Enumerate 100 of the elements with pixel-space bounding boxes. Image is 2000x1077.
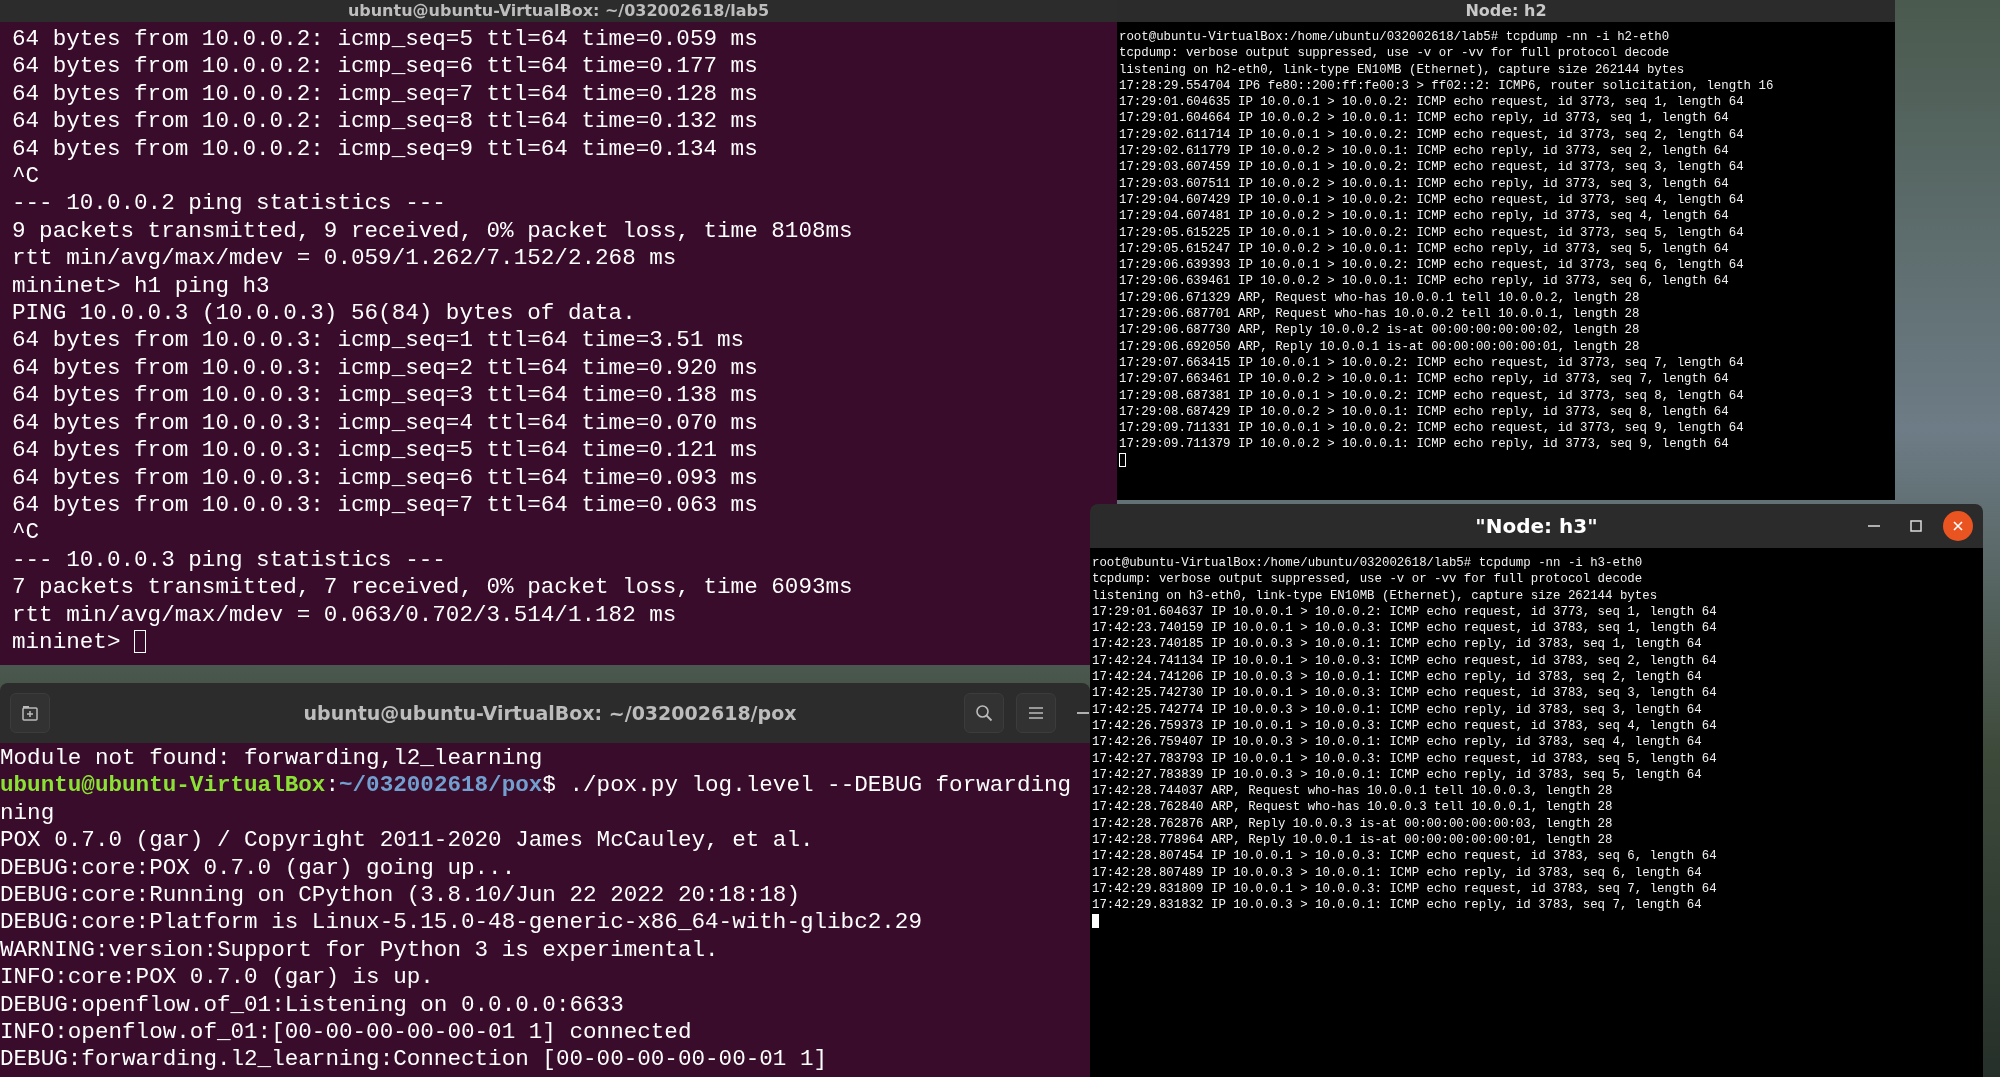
terminal-line: 17:42:28.762840 ARP, Request who-has 10.0.0.3 tell 10.0.0.1, length 28 [1092, 799, 1613, 816]
new-tab-icon [21, 704, 39, 722]
terminal-line: mininet> h1 ping h3 [12, 272, 270, 301]
terminal-line: 17:29:06.639461 IP 10.0.0.2 > 10.0.0.1: ICMP echo reply, id 3773, seq 6, length 64 [1119, 273, 1729, 290]
terminal-line: 64 bytes from 10.0.0.3: icmp_seq=5 ttl=64 time=0.121 ms [12, 437, 758, 465]
terminal-line: tcpdump: verbose output suppressed, use -v or -vv for full protocol decode [1092, 571, 1643, 588]
terminal-text: : [325, 772, 339, 799]
terminal-line: 17:29:05.615225 IP 10.0.0.1 > 10.0.0.2: ICMP echo request, id 3773, seq 5, length 64 [1119, 224, 1744, 241]
terminal-line: 17:42:26.759373 IP 10.0.0.1 > 10.0.0.3: ICMP echo request, id 3783, seq 4, length 64 [1092, 717, 1717, 735]
terminal-line: INFO:openflow.of_01:[00-00-00-00-00-01 1] connected [0, 1019, 692, 1047]
terminal-line: listening on h3-eth0, link-type EN10MB (Ethernet), capture size 262144 bytes [1092, 587, 1658, 604]
terminal-line: 17:29:03.607511 IP 10.0.0.2 > 10.0.0.1: ICMP echo reply, id 3773, seq 3, length 64 [1119, 175, 1729, 192]
terminal-line: listening on h2-eth0, link-type EN10MB (Ethernet), capture size 262144 bytes [1119, 61, 1685, 78]
terminal-line: 64 bytes from 10.0.0.3: icmp_seq=2 ttl=64 time=0.920 ms [12, 354, 758, 383]
terminal-line: 64 bytes from 10.0.0.3: icmp_seq=4 ttl=64 time=0.070 ms [12, 409, 758, 438]
terminal-line: --- 10.0.0.2 ping statistics --- [12, 190, 446, 218]
window-title: ubuntu@ubuntu-VirtualBox: ~/032002618/pox [303, 702, 797, 724]
terminal-line: 17:29:08.687429 IP 10.0.0.2 > 10.0.0.1: ICMP echo reply, id 3773, seq 8, length 64 [1119, 403, 1729, 421]
terminal-line: 7 packets transmitted, 7 received, 0% packet loss, time 6093ms [12, 574, 853, 602]
terminal-line: 64 bytes from 10.0.0.3: icmp_seq=6 ttl=64 time=0.093 ms [12, 464, 758, 492]
terminal-line: root@ubuntu-VirtualBox:/home/ubuntu/032002618/lab5# tcpdump -nn -i h3-eth0 [1092, 555, 1643, 572]
terminal-line: 17:29:05.615247 IP 10.0.0.2 > 10.0.0.1: ICMP echo reply, id 3773, seq 5, length 64 [1119, 240, 1729, 258]
terminal-line: 17:42:28.762876 ARP, Reply 10.0.0.3 is-at 00:00:00:00:00:03, length 28 [1092, 815, 1613, 833]
terminal-line: 9 packets transmitted, 9 received, 0% packet loss, time 8108ms [12, 217, 853, 246]
terminal-line: DEBUG:core:Platform is Linux-5.15.0-48-generic-x86_64-with-glibc2.29 [0, 909, 922, 937]
terminal-line: rtt min/avg/max/mdev = 0.063/0.702/3.514/1.182 ms [12, 601, 677, 629]
terminal-line: ning [0, 799, 55, 828]
terminal-line: 64 bytes from 10.0.0.2: icmp_seq=7 ttl=64 time=0.128 ms [12, 80, 758, 109]
terminal-line: --- 10.0.0.3 ping statistics --- [12, 546, 446, 575]
terminal-line: 17:42:25.742730 IP 10.0.0.1 > 10.0.0.3: ICMP echo request, id 3783, seq 3, length 64 [1092, 685, 1717, 702]
terminal-line: 17:29:01.604637 IP 10.0.0.1 > 10.0.0.2: ICMP echo request, id 3773, seq 1, length 64 [1092, 603, 1717, 621]
terminal-line: 17:42:23.740185 IP 10.0.0.3 > 10.0.0.1: ICMP echo reply, id 3783, seq 1, length 64 [1092, 636, 1702, 653]
terminal-line: 17:42:27.783793 IP 10.0.0.1 > 10.0.0.3: ICMP echo request, id 3783, seq 5, length 64 [1092, 750, 1717, 767]
prompt-user-host: ubuntu@ubuntu-VirtualBox [0, 772, 326, 799]
terminal-line: 17:42:29.831832 IP 10.0.0.3 > 10.0.0.1: ICMP echo reply, id 3783, seq 7, length 64 [1092, 897, 1702, 914]
terminal-line: DEBUG:core:Running on CPython (3.8.10/Jun 22 2022 20:18:18) [0, 882, 800, 910]
terminal-line: ^C [12, 163, 40, 191]
terminal-line: 17:42:29.831809 IP 10.0.0.1 > 10.0.0.3: ICMP echo request, id 3783, seq 7, length 64 [1092, 880, 1717, 898]
terminal-line: 64 bytes from 10.0.0.3: icmp_seq=3 ttl=64 time=0.138 ms [12, 382, 758, 410]
terminal-line: ^C [12, 519, 40, 547]
terminal-line: 17:42:26.759407 IP 10.0.0.3 > 10.0.0.1: ICMP echo reply, id 3783, seq 4, length 64 [1092, 734, 1702, 751]
terminal-line: INFO:core:POX 0.7.0 (gar) is up. [0, 964, 434, 992]
terminal-line: 17:42:23.740159 IP 10.0.0.1 > 10.0.0.3: ICMP echo request, id 3783, seq 1, length 64 [1092, 620, 1717, 637]
terminal-line: WARNING:version:Support for Python 3 is experimental. [0, 936, 719, 965]
terminal-line: 17:29:03.607459 IP 10.0.0.1 > 10.0.0.2: ICMP echo request, id 3773, seq 3, length 64 [1119, 159, 1744, 176]
terminal-line: 17:29:06.687730 ARP, Reply 10.0.0.2 is-at 00:00:00:00:00:02, length 28 [1119, 322, 1640, 339]
terminal-line: 64 bytes from 10.0.0.2: icmp_seq=9 ttl=64 time=0.134 ms [12, 135, 758, 164]
minimize-icon [1077, 712, 1089, 714]
terminal-line: 64 bytes from 10.0.0.2: icmp_seq=8 ttl=64 time=0.132 ms [12, 108, 758, 136]
terminal-line: 17:29:02.611779 IP 10.0.0.2 > 10.0.0.1: ICMP echo reply, id 3773, seq 2, length 64 [1119, 143, 1729, 160]
new-tab-button[interactable] [10, 693, 50, 733]
terminal-line: 17:29:07.663415 IP 10.0.0.1 > 10.0.0.2: ICMP echo request, id 3773, seq 7, length 64 [1119, 354, 1744, 372]
terminal-line: 17:29:09.711331 IP 10.0.0.1 > 10.0.0.2: ICMP echo request, id 3773, seq 9, length 64 [1119, 420, 1744, 437]
search-button[interactable] [964, 693, 1004, 733]
terminal-line: 17:42:27.783839 IP 10.0.0.3 > 10.0.0.1: ICMP echo reply, id 3783, seq 5, length 64 [1092, 766, 1702, 784]
terminal-line: 17:29:06.639393 IP 10.0.0.1 > 10.0.0.2: ICMP echo request, id 3773, seq 6, length 64 [1119, 257, 1744, 274]
terminal-line: rtt min/avg/max/mdev = 0.059/1.262/7.152/2.268 ms [12, 245, 677, 273]
terminal-line: DEBUG:forwarding.l2_learning:Connection [00-00-00-00-00-01 1] [0, 1046, 828, 1074]
text-cursor [1092, 914, 1099, 929]
close-icon [1951, 519, 1965, 533]
terminal-line: DEBUG:core:POX 0.7.0 (gar) going up... [0, 854, 516, 883]
terminal-line: 17:29:04.607429 IP 10.0.0.1 > 10.0.0.2: ICMP echo request, id 3773, seq 4, length 64 [1119, 191, 1744, 209]
terminal-line: 64 bytes from 10.0.0.3: icmp_seq=7 ttl=64 time=0.063 ms [12, 491, 758, 520]
maximize-icon [1909, 519, 1923, 533]
terminal-line: 17:29:01.604635 IP 10.0.0.1 > 10.0.0.2: ICMP echo request, id 3773, seq 1, length 64 [1119, 94, 1744, 111]
text-cursor [1119, 453, 1126, 468]
terminal-line: 17:42:24.741206 IP 10.0.0.3 > 10.0.0.1: ICMP echo reply, id 3783, seq 2, length 64 [1092, 669, 1702, 686]
terminal-line: 17:29:07.663461 IP 10.0.0.2 > 10.0.0.1: ICMP echo reply, id 3773, seq 7, length 64 [1119, 371, 1729, 388]
terminal-line: 64 bytes from 10.0.0.2: icmp_seq=6 ttl=64 time=0.177 ms [12, 53, 758, 81]
terminal-line: 17:42:25.742774 IP 10.0.0.3 > 10.0.0.1: ICMP echo reply, id 3783, seq 3, length 64 [1092, 701, 1702, 718]
menu-icon [1027, 704, 1045, 722]
terminal-line: DEBUG:openflow.of_01:Listening on 0.0.0.0:6633 [0, 991, 624, 1020]
text-cursor [134, 630, 147, 654]
terminal-line: 17:29:08.687381 IP 10.0.0.1 > 10.0.0.2: ICMP echo request, id 3773, seq 8, length 64 [1119, 387, 1744, 404]
search-icon [975, 704, 993, 722]
terminal-line: Module not found: forwarding,l2_learning [0, 745, 543, 773]
terminal-line: 17:29:06.687701 ARP, Request who-has 10.0.0.2 tell 10.0.0.1, length 28 [1119, 306, 1640, 323]
terminal-line: 17:29:04.607481 IP 10.0.0.2 > 10.0.0.1: ICMP echo reply, id 3773, seq 4, length 64 [1119, 208, 1729, 225]
terminal-line: 17:29:02.611714 IP 10.0.0.1 > 10.0.0.2: ICMP echo request, id 3773, seq 2, length 64 [1119, 126, 1744, 144]
terminal-line: 17:29:06.671329 ARP, Request who-has 10.0.0.1 tell 10.0.0.2, length 28 [1119, 289, 1640, 307]
close-button[interactable] [1943, 511, 1973, 541]
terminal-line: 64 bytes from 10.0.0.3: icmp_seq=1 ttl=64 time=3.51 ms [12, 327, 745, 355]
prompt-path: ~/032002618/pox [338, 772, 543, 799]
menu-button[interactable] [1016, 693, 1056, 733]
window-title: "Node: h3" [1475, 514, 1598, 538]
terminal-line: 17:42:28.807489 IP 10.0.0.3 > 10.0.0.1: ICMP echo reply, id 3783, seq 6, length 64 [1092, 864, 1702, 881]
terminal-line: 17:29:01.604664 IP 10.0.0.2 > 10.0.0.1: ICMP echo reply, id 3773, seq 1, length 64 [1119, 110, 1729, 127]
terminal-line: 17:29:06.692050 ARP, Reply 10.0.0.1 is-at 00:00:00:00:00:01, length 28 [1119, 338, 1640, 355]
terminal-line: tcpdump: verbose output suppressed, use -v or -vv for full protocol decode [1119, 45, 1670, 62]
terminal-line: 17:42:24.741134 IP 10.0.0.1 > 10.0.0.3: ICMP echo request, id 3783, seq 2, length 64 [1092, 652, 1717, 670]
terminal-text: $ ./pox.py log.level --DEBUG forwarding [542, 772, 1072, 799]
terminal-line: 17:28:29.554704 IP6 fe80::200:ff:fe00:3 > ff02::2: ICMP6, router solicitation, length 16 [1119, 77, 1774, 95]
window-title: ubuntu@ubuntu-VirtualBox: ~/032002618/lab5 [347, 1, 770, 21]
terminal-line: 64 bytes from 10.0.0.2: icmp_seq=5 ttl=64 time=0.059 ms [12, 26, 758, 54]
terminal-line: 17:29:09.711379 IP 10.0.0.2 > 10.0.0.1: ICMP echo reply, id 3773, seq 9, length 64 [1119, 436, 1729, 453]
terminal-line: root@ubuntu-VirtualBox:/home/ubuntu/032002618/lab5# tcpdump -nn -i h2-eth0 [1119, 29, 1670, 46]
terminal-line: 17:42:28.744037 ARP, Request who-has 10.0.0.1 tell 10.0.0.3, length 28 [1092, 783, 1613, 800]
terminal-line: 17:42:28.807454 IP 10.0.0.1 > 10.0.0.3: ICMP echo request, id 3783, seq 6, length 64 [1092, 848, 1717, 865]
terminal-line: 17:42:28.778964 ARP, Reply 10.0.0.1 is-at 00:00:00:00:00:01, length 28 [1092, 832, 1613, 849]
terminal-line: PING 10.0.0.3 (10.0.0.3) 56(84) bytes of data. [12, 300, 636, 328]
